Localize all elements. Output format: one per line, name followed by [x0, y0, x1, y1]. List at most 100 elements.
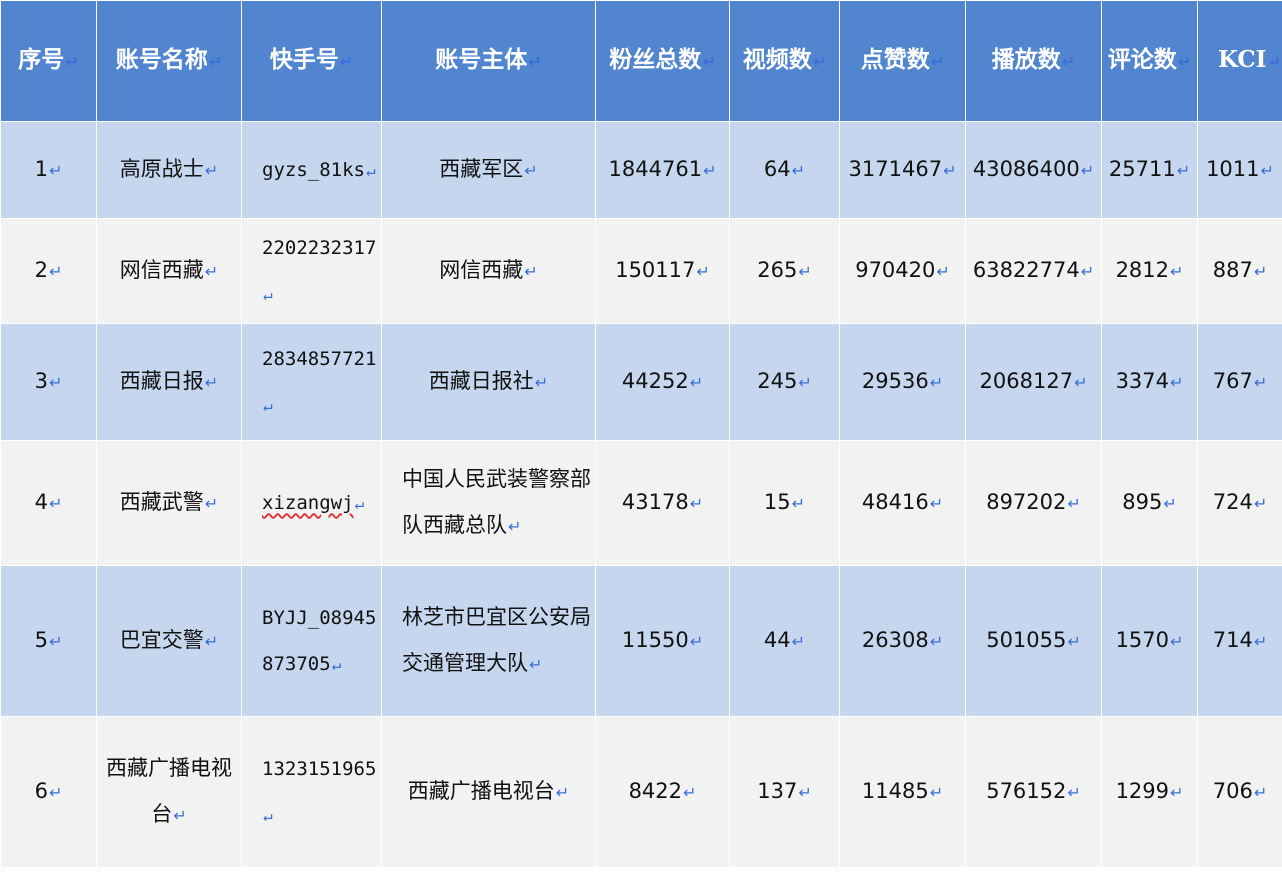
- paragraph-mark-icon: ↵: [1074, 373, 1088, 392]
- header-plays: 播放数↵: [965, 0, 1102, 122]
- paragraph-mark-icon: ↵: [1253, 262, 1268, 281]
- paragraph-mark-icon: ↵: [48, 373, 63, 392]
- paragraph-mark-icon: ↵: [263, 805, 273, 825]
- paragraph-mark-icon: ↵: [48, 161, 63, 180]
- paragraph-mark-icon: ↵: [702, 52, 716, 71]
- paragraph-mark-icon: ↵: [791, 494, 806, 513]
- cell-comments: 1570↵: [1101, 565, 1198, 717]
- paragraph-mark-icon: ↵: [1067, 632, 1081, 651]
- cell-index: 2↵: [0, 218, 97, 324]
- paragraph-mark-icon: ↵: [1170, 632, 1184, 651]
- paragraph-mark-icon: ↵: [689, 494, 704, 513]
- cell-plays: 501055↵: [965, 565, 1102, 717]
- cell-followers: 44252↵: [595, 323, 730, 441]
- paragraph-mark-icon: ↵: [365, 160, 376, 180]
- header-comments: 评论数↵: [1101, 0, 1198, 122]
- paragraph-mark-icon: ↵: [555, 783, 570, 802]
- cell-plays: 63822774↵: [965, 218, 1102, 324]
- paragraph-mark-icon: ↵: [930, 52, 945, 71]
- cell-account-entity: 西藏日报社↵: [381, 323, 596, 441]
- header-kci: KCI↵: [1197, 0, 1282, 122]
- cell-plays: 897202↵: [965, 440, 1102, 566]
- cell-account-name: 巴宜交警↵: [96, 565, 242, 717]
- paragraph-mark-icon: ↵: [1170, 373, 1184, 392]
- table-row: 1↵ 高原战士↵ gyzs_81ks↵ 西藏军区↵ 1844761↵ 64↵ 3…: [0, 121, 1282, 219]
- cell-index: 5↵: [0, 565, 97, 717]
- paragraph-mark-icon: ↵: [798, 783, 812, 802]
- cell-likes: 29536↵: [839, 323, 966, 441]
- table-row: 4↵ 西藏武警↵ xizangwj↵ 中国人民武装警察部队西藏总队↵ 43178…: [0, 440, 1282, 566]
- cell-account-name: 网信西藏↵: [96, 218, 242, 324]
- cell-comments: 3374↵: [1101, 323, 1198, 441]
- paragraph-mark-icon: ↵: [528, 52, 542, 71]
- paragraph-mark-icon: ↵: [48, 262, 63, 281]
- paragraph-mark-icon: ↵: [1067, 494, 1081, 513]
- cell-comments: 1299↵: [1101, 716, 1198, 868]
- cell-followers: 8422↵: [595, 716, 730, 868]
- header-account-name: 账号名称↵: [96, 0, 242, 122]
- paragraph-mark-icon: ↵: [683, 783, 697, 802]
- cell-kuaishou-id: 2834857721↵: [241, 323, 382, 441]
- cell-plays: 576152↵: [965, 716, 1102, 868]
- header-followers: 粉丝总数↵: [595, 0, 730, 122]
- header-videos: 视频数↵: [729, 0, 840, 122]
- paragraph-mark-icon: ↵: [339, 52, 354, 71]
- header-index: 序号↵: [0, 0, 97, 122]
- paragraph-mark-icon: ↵: [1170, 783, 1184, 802]
- paragraph-mark-icon: ↵: [1080, 161, 1095, 180]
- cell-likes: 970420↵: [839, 218, 966, 324]
- paragraph-mark-icon: ↵: [929, 632, 944, 651]
- cell-account-name: 西藏广播电视台↵: [96, 716, 242, 868]
- paragraph-mark-icon: ↵: [65, 52, 79, 71]
- paragraph-mark-icon: ↵: [936, 262, 950, 281]
- cell-likes: 48416↵: [839, 440, 966, 566]
- cell-account-entity: 网信西藏↵: [381, 218, 596, 324]
- cell-followers: 1844761↵: [595, 121, 730, 219]
- paragraph-mark-icon: ↵: [798, 262, 812, 281]
- paragraph-mark-icon: ↵: [1163, 494, 1177, 513]
- paragraph-mark-icon: ↵: [1260, 161, 1274, 180]
- paragraph-mark-icon: ↵: [929, 373, 944, 392]
- paragraph-mark-icon: ↵: [1177, 52, 1192, 71]
- table-row: 2↵ 网信西藏↵ 2202232317↵ 网信西藏↵ 150117↵ 265↵ …: [0, 218, 1282, 324]
- cell-kuaishou-id: 2202232317↵: [241, 218, 382, 324]
- paragraph-mark-icon: ↵: [208, 52, 223, 71]
- cell-videos: 15↵: [729, 440, 840, 566]
- cell-videos: 64↵: [729, 121, 840, 219]
- paragraph-mark-icon: ↵: [508, 517, 522, 536]
- paragraph-mark-icon: ↵: [48, 783, 63, 802]
- table-row: 6↵ 西藏广播电视台↵ 1323151965↵ 西藏广播电视台↵ 8422↵ 1…: [0, 716, 1282, 868]
- cell-kuaishou-id: BYJJ_08945873705↵: [241, 565, 382, 717]
- paragraph-mark-icon: ↵: [263, 284, 273, 304]
- cell-kuaishou-id: gyzs_81ks↵: [241, 121, 382, 219]
- paragraph-mark-icon: ↵: [1267, 52, 1281, 71]
- table-row: 3↵ 西藏日报↵ 2834857721↵ 西藏日报社↵ 44252↵ 245↵ …: [0, 323, 1282, 441]
- paragraph-mark-icon: ↵: [524, 262, 538, 281]
- cell-kci: 887↵: [1197, 218, 1282, 324]
- cell-comments: 2812↵: [1101, 218, 1198, 324]
- paragraph-mark-icon: ↵: [529, 655, 543, 674]
- kuaishou-accounts-table: 序号↵ 账号名称↵ 快手号↵ 账号主体↵ 粉丝总数↵ 视频数↵ 点赞数↵ 播放数…: [0, 0, 1282, 868]
- paragraph-mark-icon: ↵: [791, 632, 806, 651]
- paragraph-mark-icon: ↵: [204, 161, 219, 180]
- cell-followers: 11550↵: [595, 565, 730, 717]
- cell-videos: 245↵: [729, 323, 840, 441]
- cell-comments: 25711↵: [1101, 121, 1198, 219]
- paragraph-mark-icon: ↵: [929, 783, 944, 802]
- cell-account-entity: 西藏广播电视台↵: [381, 716, 596, 868]
- cell-plays: 43086400↵: [965, 121, 1102, 219]
- cell-plays: 2068127↵: [965, 323, 1102, 441]
- paragraph-mark-icon: ↵: [689, 632, 704, 651]
- paragraph-mark-icon: ↵: [1253, 783, 1268, 802]
- cell-videos: 137↵: [729, 716, 840, 868]
- cell-likes: 26308↵: [839, 565, 966, 717]
- cell-likes: 11485↵: [839, 716, 966, 868]
- cell-kci: 767↵: [1197, 323, 1282, 441]
- table-row: 5↵ 巴宜交警↵ BYJJ_08945873705↵ 林芝市巴宜区公安局交通管理…: [0, 565, 1282, 717]
- cell-account-name: 高原战士↵: [96, 121, 242, 219]
- cell-account-name: 西藏日报↵: [96, 323, 242, 441]
- cell-account-entity: 中国人民武装警察部队西藏总队↵: [381, 440, 596, 566]
- paragraph-mark-icon: ↵: [204, 262, 219, 281]
- paragraph-mark-icon: ↵: [1061, 52, 1076, 71]
- cell-kuaishou-id: xizangwj↵: [241, 440, 382, 566]
